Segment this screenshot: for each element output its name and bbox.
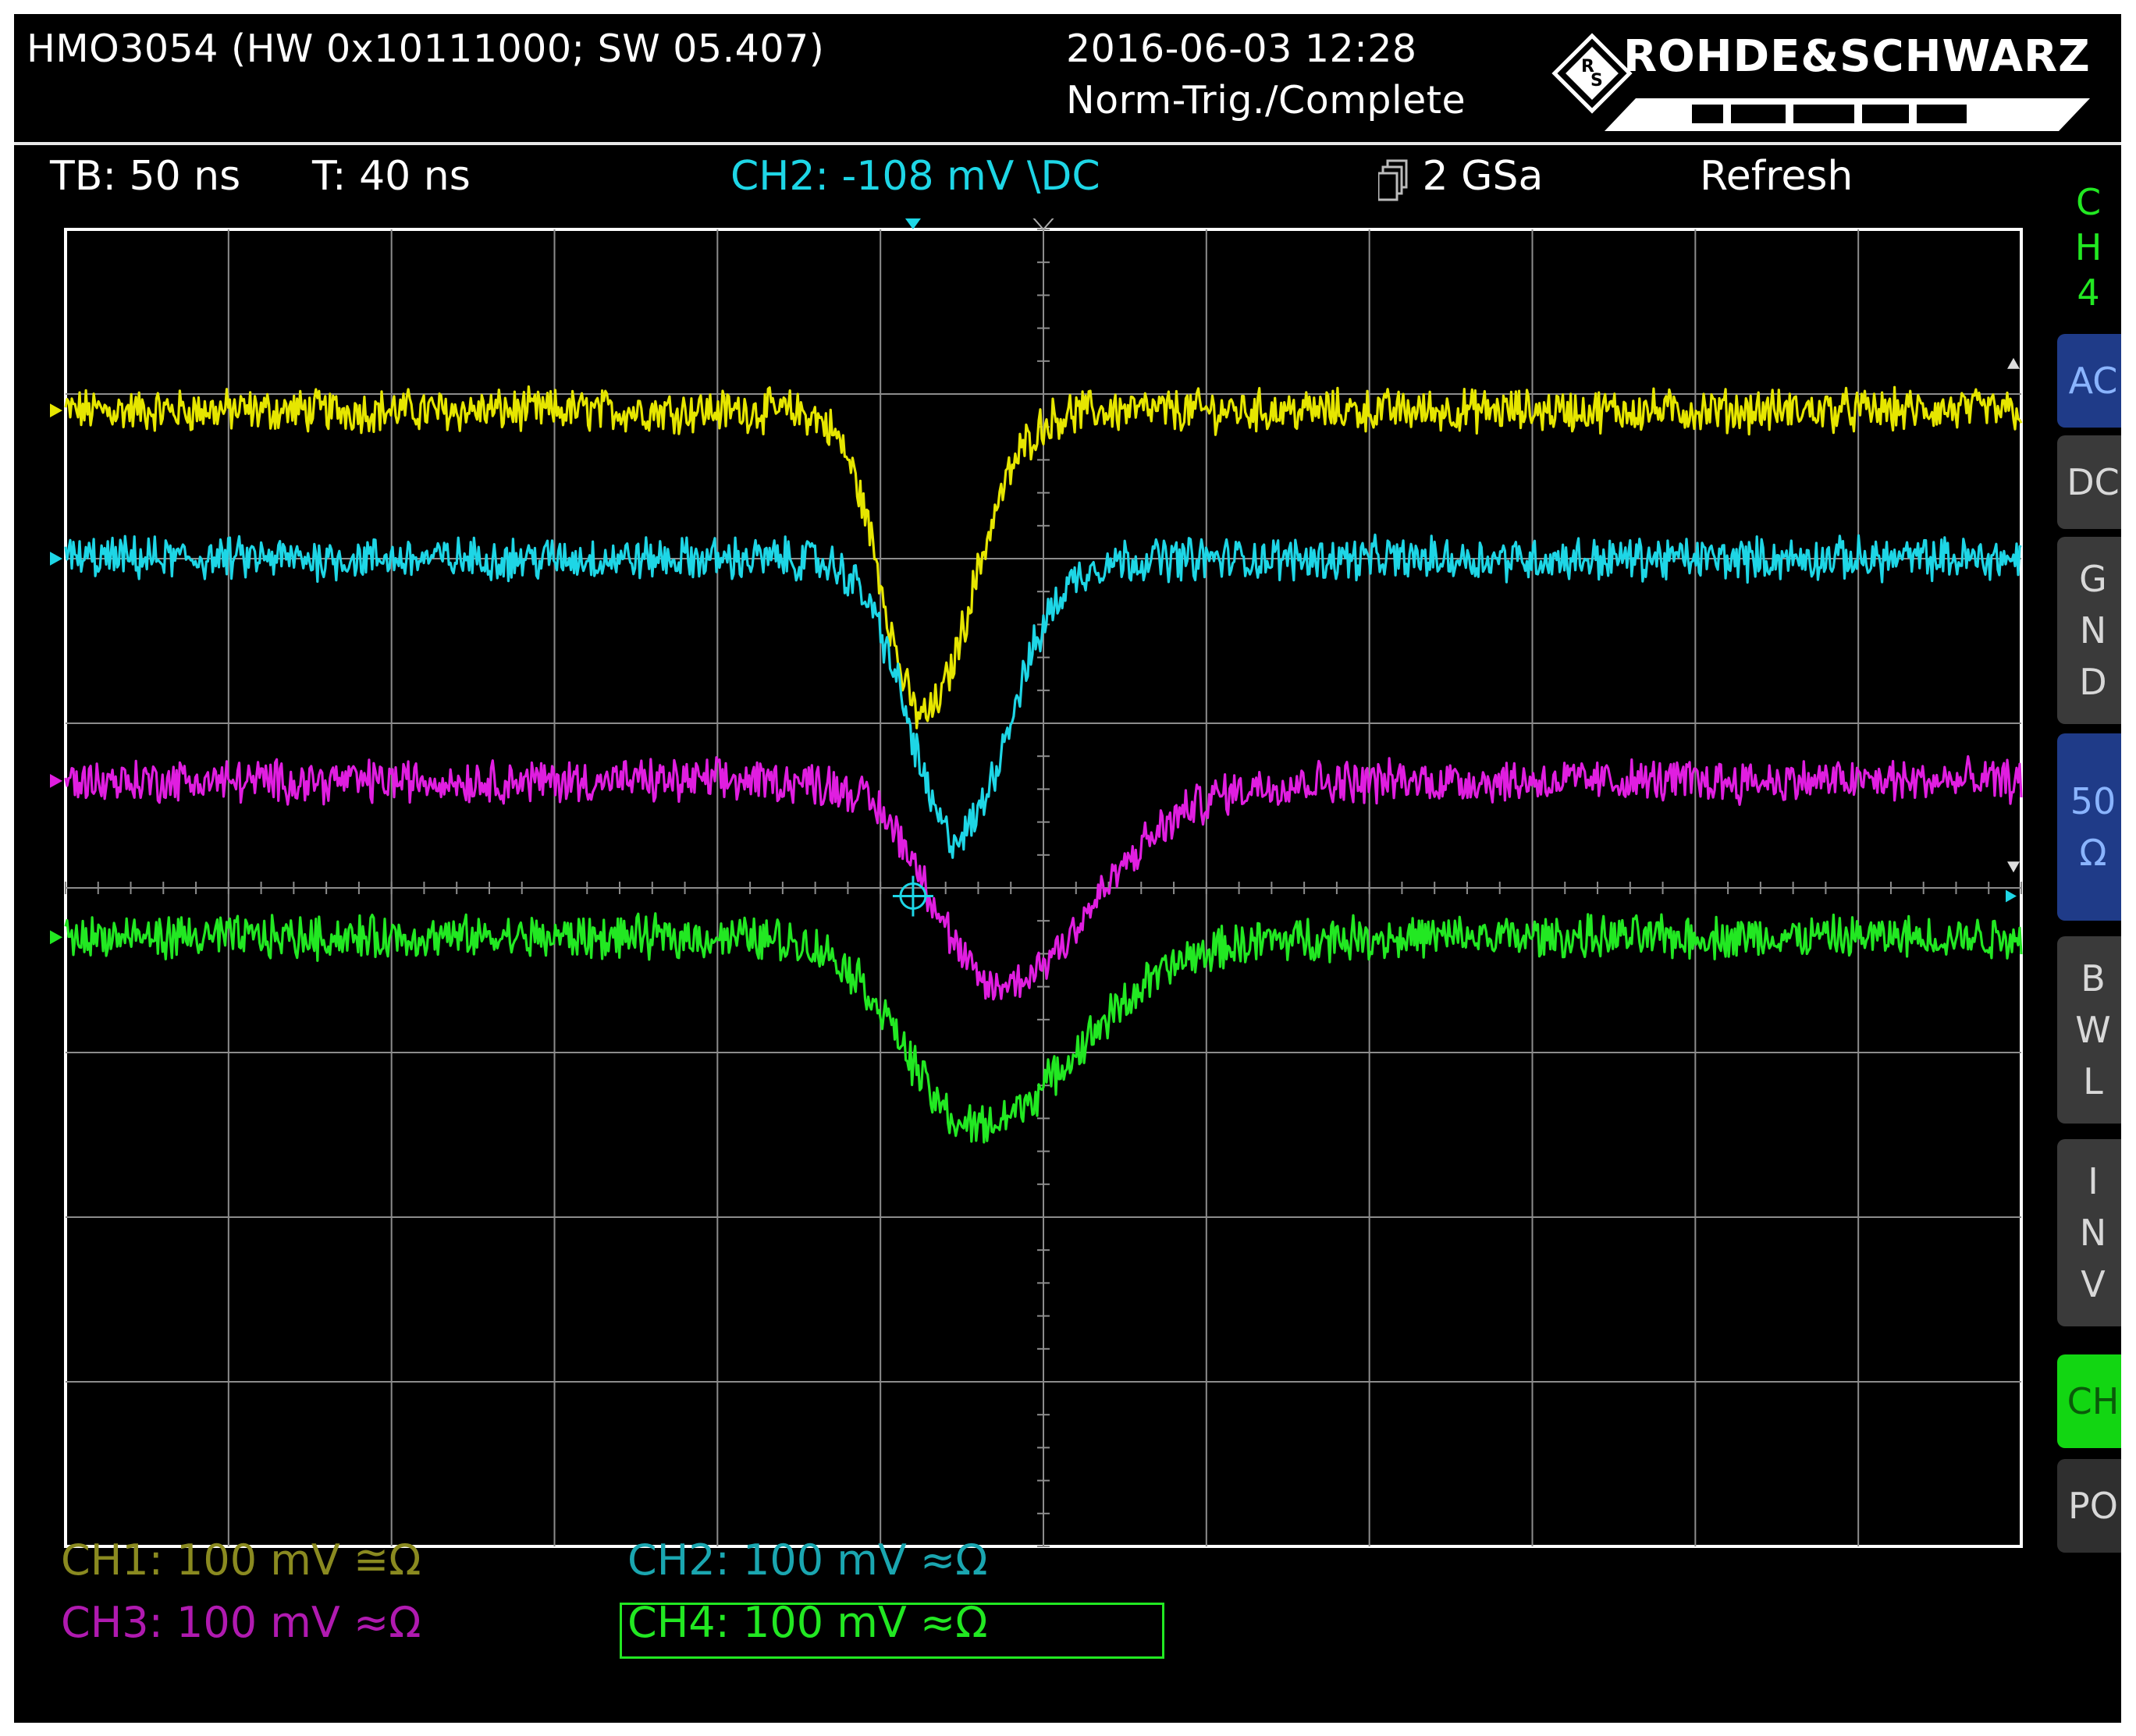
ch3-marker-label: 3: [50, 751, 51, 783]
softkey-text: N: [2079, 1212, 2107, 1254]
acquisition-mode[interactable]: Refresh: [1700, 153, 1853, 200]
sample-rate-readout[interactable]: 2 GSa: [1377, 153, 1544, 201]
trigger-level-readout[interactable]: CH2: -108 mV \DC: [730, 153, 1100, 200]
ch2-marker-label: 2: [50, 529, 51, 561]
date-time: 2016-06-03 12:28: [1066, 27, 1417, 71]
timebase-readout[interactable]: TB: 50 ns: [50, 153, 240, 200]
brand-top-text: ROHDE&SCHWARZ: [1623, 31, 2091, 82]
softkey-text: G: [2079, 558, 2107, 600]
softkey-text: 50: [2070, 780, 2116, 822]
header-separator: [14, 142, 2121, 145]
ch4-scale-label[interactable]: CH4: 100 mV ≈Ω: [627, 1598, 987, 1647]
softkey-gnd[interactable]: GND: [2057, 537, 2121, 724]
center-time-marker: [1032, 218, 1054, 231]
ch1-offset-marker: [50, 403, 62, 417]
ch1-marker-label: 1: [50, 381, 51, 413]
softkey-text: N: [2079, 609, 2107, 651]
softkey-title-h: H: [2074, 226, 2102, 268]
header-bar: HMO3054 (HW 0x10111000; SW 05.407) 2016-…: [14, 14, 2121, 140]
softkey-title-c: C: [2075, 181, 2102, 223]
softkey-text: V: [2081, 1263, 2106, 1305]
trigger-status: Norm-Trig./Complete: [1066, 78, 1466, 122]
trigger-time-readout[interactable]: T: 40 ns: [312, 153, 471, 200]
softkey-50ohm[interactable]: 50 Ω: [2057, 733, 2121, 921]
softkey-channel-title: C H 4: [2065, 179, 2112, 315]
softkey-ac[interactable]: AC: [2057, 334, 2121, 428]
softkey-bwl[interactable]: BWL: [2057, 936, 2121, 1124]
softkey-text: Ω: [2079, 832, 2107, 874]
memory-icon: [1377, 159, 1409, 201]
softkey-po[interactable]: PO: [2057, 1459, 2121, 1553]
sample-rate-text: 2 GSa: [1422, 153, 1544, 200]
softkey-text: B: [2081, 957, 2106, 999]
svg-text:S: S: [1590, 71, 1603, 91]
ch4-marker-label: 4: [50, 907, 51, 939]
softkey-text: I: [2088, 1160, 2099, 1202]
oscilloscope-screen: HMO3054 (HW 0x10111000; SW 05.407) 2016-…: [14, 14, 2121, 1723]
softkey-ch[interactable]: CH: [2057, 1354, 2121, 1448]
softkey-text: W: [2075, 1009, 2111, 1051]
ch4-offset-marker: [50, 930, 62, 945]
ch3-scale-label[interactable]: CH3: 100 mV ≈Ω: [61, 1598, 421, 1647]
softkey-dc[interactable]: DC: [2057, 435, 2121, 529]
ch2-scale-label[interactable]: CH2: 100 mV ≈Ω: [627, 1535, 987, 1585]
ch3-offset-marker: [50, 773, 62, 788]
brand-logo: R S ROHDE&SCHWARZ: [1544, 30, 2106, 134]
softkey-text: D: [2079, 661, 2107, 703]
softkey-title-4: 4: [2077, 272, 2100, 314]
model-info: HMO3054 (HW 0x10111000; SW 05.407): [27, 27, 825, 71]
softkey-inv[interactable]: INV: [2057, 1139, 2121, 1326]
waveform-display[interactable]: 1 2 3 4: [50, 218, 2037, 1557]
softkey-text: DC: [2067, 461, 2120, 503]
trigger-time-marker: [905, 218, 921, 229]
softkey-text: AC: [2068, 360, 2118, 402]
ch2-offset-marker: [50, 552, 62, 566]
softkey-text: PO: [2068, 1485, 2118, 1527]
softkey-text: L: [2083, 1060, 2103, 1102]
softkey-text: CH: [2067, 1380, 2120, 1422]
ch1-scale-label[interactable]: CH1: 100 mV ≅Ω: [61, 1535, 421, 1585]
